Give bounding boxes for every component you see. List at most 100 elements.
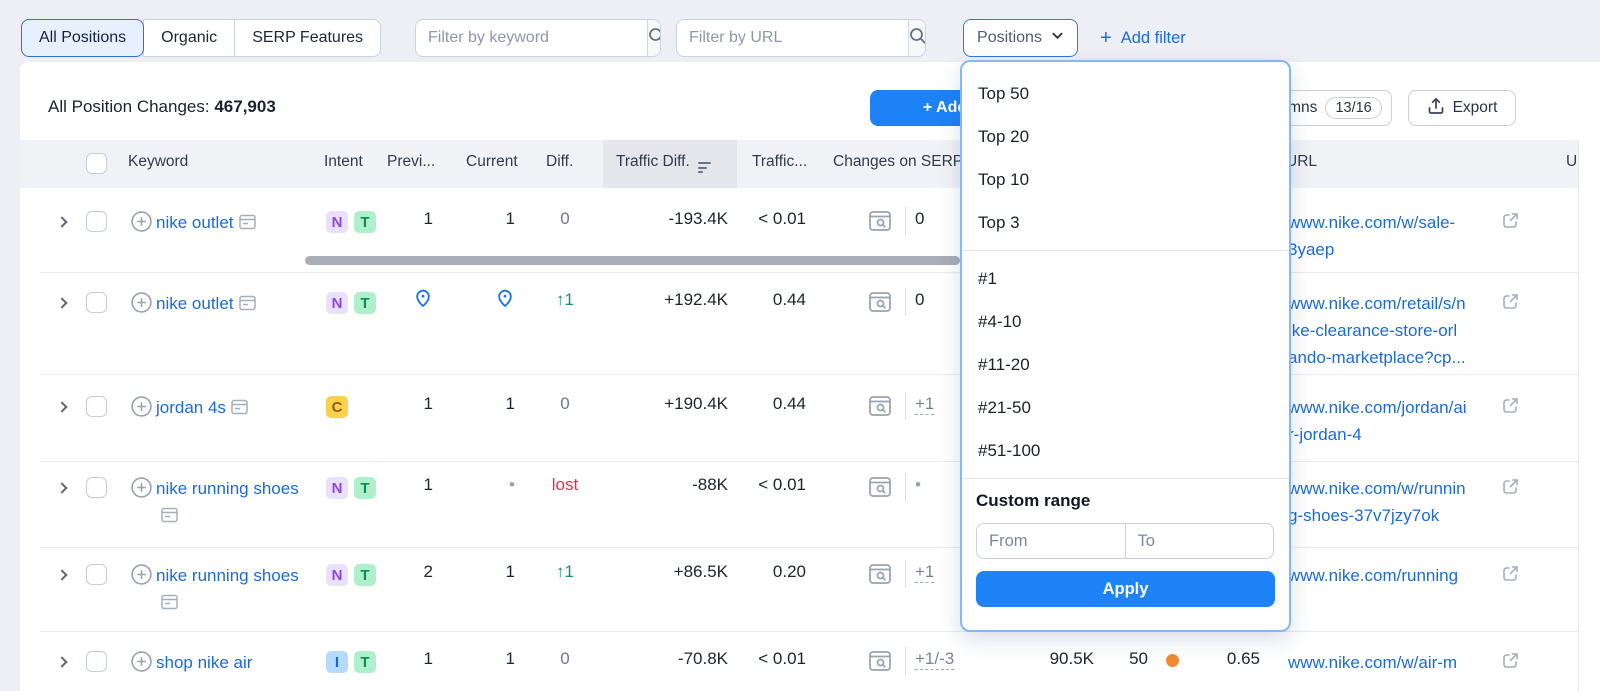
intent-badge-navigational[interactable]: N bbox=[326, 292, 348, 314]
serp-features-icon[interactable] bbox=[231, 400, 248, 419]
serp-changes-link[interactable]: +1 bbox=[915, 562, 934, 583]
add-to-list-icon[interactable] bbox=[131, 396, 152, 422]
apply-button[interactable]: Apply bbox=[976, 571, 1275, 607]
url-filter-input[interactable] bbox=[677, 20, 908, 56]
tab-organic[interactable]: Organic bbox=[143, 19, 235, 57]
positions-option-top20[interactable]: Top 20 bbox=[976, 115, 1275, 158]
intent-badge-informational[interactable]: I bbox=[326, 651, 348, 673]
expand-chevron-icon[interactable] bbox=[57, 482, 71, 496]
tab-serp-features[interactable]: SERP Features bbox=[234, 19, 381, 57]
keyword-link[interactable]: nike running shoes bbox=[156, 562, 308, 618]
expand-chevron-icon[interactable] bbox=[57, 216, 71, 230]
custom-range-to-input[interactable] bbox=[1125, 523, 1275, 559]
keyword-link[interactable]: nike running shoes bbox=[156, 475, 308, 531]
positions-option-11-20[interactable]: #11-20 bbox=[976, 343, 1275, 386]
add-to-list-icon[interactable] bbox=[131, 211, 152, 237]
positions-option-top10[interactable]: Top 10 bbox=[976, 158, 1275, 201]
select-all-checkbox[interactable] bbox=[86, 153, 107, 174]
serp-features-icon[interactable] bbox=[239, 296, 256, 315]
serp-snapshot-icon[interactable] bbox=[868, 395, 892, 422]
serp-snapshot-icon[interactable] bbox=[868, 210, 892, 237]
expand-chevron-icon[interactable] bbox=[57, 656, 71, 670]
row-checkbox[interactable] bbox=[86, 651, 107, 672]
url-link[interactable]: www.nike.com/w/running-shoes-37v7jzy7ok bbox=[1288, 475, 1488, 529]
external-link-icon[interactable] bbox=[1502, 652, 1519, 674]
positions-option-21-50[interactable]: #21-50 bbox=[976, 386, 1275, 429]
url-link[interactable]: www.nike.com/w/sale-3yaep bbox=[1288, 209, 1488, 263]
positions-option-4-10[interactable]: #4-10 bbox=[976, 300, 1275, 343]
intent-badge-transactional[interactable]: T bbox=[354, 211, 376, 233]
location-pin-icon[interactable] bbox=[460, 288, 515, 313]
external-link-icon[interactable] bbox=[1502, 293, 1519, 315]
intent-badge-transactional[interactable]: T bbox=[354, 564, 376, 586]
serp-changes-link[interactable]: +1 bbox=[915, 394, 934, 415]
url-line: www.nike.com/retail/s/n bbox=[1288, 290, 1488, 317]
column-header-traffic[interactable]: Traffic... bbox=[752, 153, 807, 171]
external-link-icon[interactable] bbox=[1502, 397, 1519, 419]
serp-features-icon[interactable] bbox=[161, 595, 178, 614]
serp-snapshot-icon[interactable] bbox=[868, 476, 892, 503]
positions-option-51-100[interactable]: #51-100 bbox=[976, 429, 1275, 472]
positions-option-top50[interactable]: Top 50 bbox=[976, 72, 1275, 115]
add-to-list-icon[interactable] bbox=[131, 477, 152, 503]
expand-chevron-icon[interactable] bbox=[57, 297, 71, 311]
keyword-search-button[interactable] bbox=[647, 20, 661, 56]
intent-badge-navigational[interactable]: N bbox=[326, 564, 348, 586]
url-link[interactable]: www.nike.com/jordan/air-jordan-4 bbox=[1288, 394, 1488, 448]
column-header-diff[interactable]: Diff. bbox=[546, 153, 573, 171]
serp-snapshot-icon[interactable] bbox=[868, 291, 892, 318]
positions-option-top3[interactable]: Top 3 bbox=[976, 201, 1275, 244]
column-header-intent[interactable]: Intent bbox=[324, 153, 363, 171]
intent-badge-transactional[interactable]: T bbox=[354, 477, 376, 499]
serp-features-icon[interactable] bbox=[239, 215, 256, 234]
keyword-link[interactable]: nike outlet bbox=[156, 209, 308, 238]
keyword-link[interactable]: shop nike air bbox=[156, 649, 308, 676]
intent-badge-navigational[interactable]: N bbox=[326, 211, 348, 233]
column-header-serp-changes[interactable]: Changes on SERP bbox=[833, 153, 963, 171]
expand-chevron-icon[interactable] bbox=[57, 569, 71, 583]
tab-all-positions[interactable]: All Positions bbox=[21, 19, 144, 57]
expand-chevron-icon[interactable] bbox=[57, 401, 71, 415]
serp-features-icon[interactable] bbox=[161, 508, 178, 527]
keyword-text: nike outlet bbox=[156, 213, 234, 232]
url-line: g-shoes-37v7jzy7ok bbox=[1288, 502, 1488, 529]
serp-changes-link[interactable]: +1/-3 bbox=[915, 649, 954, 670]
serp-changes-value[interactable]: +1/-3 bbox=[915, 649, 1000, 669]
external-link-icon[interactable] bbox=[1502, 212, 1519, 234]
column-header-keyword[interactable]: Keyword bbox=[128, 153, 188, 171]
keyword-link[interactable]: nike outlet bbox=[156, 290, 308, 319]
external-link-icon[interactable] bbox=[1502, 478, 1519, 500]
row-checkbox[interactable] bbox=[86, 477, 107, 498]
column-header-previous[interactable]: Previ... bbox=[387, 153, 435, 171]
row-checkbox[interactable] bbox=[86, 292, 107, 313]
intent-badge-transactional[interactable]: T bbox=[354, 292, 376, 314]
keyword-filter-input[interactable] bbox=[416, 20, 647, 56]
url-link[interactable]: www.nike.com/retail/s/nike-clearance-sto… bbox=[1288, 290, 1488, 371]
intent-badge-navigational[interactable]: N bbox=[326, 477, 348, 499]
url-link[interactable]: www.nike.com/w/air-m bbox=[1288, 649, 1488, 676]
column-header-traffic-diff[interactable]: Traffic Diff. bbox=[616, 153, 711, 173]
row-checkbox[interactable] bbox=[86, 396, 107, 417]
row-checkbox[interactable] bbox=[86, 211, 107, 232]
intent-badge-transactional[interactable]: T bbox=[354, 651, 376, 673]
url-search-button[interactable] bbox=[908, 20, 926, 56]
add-to-list-icon[interactable] bbox=[131, 292, 152, 318]
location-pin-icon[interactable] bbox=[375, 288, 433, 313]
serp-snapshot-icon[interactable] bbox=[868, 563, 892, 590]
column-header-current[interactable]: Current bbox=[466, 153, 518, 171]
add-to-list-icon[interactable] bbox=[131, 564, 152, 590]
positions-dropdown-button[interactable]: Positions bbox=[963, 19, 1078, 57]
add-filter-button[interactable]: + Add filter bbox=[1100, 28, 1186, 48]
intent-badge-commercial[interactable]: C bbox=[326, 396, 348, 418]
sort-descending-icon bbox=[698, 162, 711, 173]
keyword-link[interactable]: jordan 4s bbox=[156, 394, 308, 423]
add-to-list-icon[interactable] bbox=[131, 651, 152, 677]
custom-range-from-input[interactable] bbox=[976, 523, 1126, 559]
row-checkbox[interactable] bbox=[86, 564, 107, 585]
serp-snapshot-icon[interactable] bbox=[868, 650, 892, 677]
external-link-icon[interactable] bbox=[1502, 565, 1519, 587]
export-button[interactable]: Export bbox=[1408, 90, 1516, 126]
column-header-last[interactable]: U bbox=[1566, 153, 1577, 171]
positions-option-1[interactable]: #1 bbox=[976, 257, 1275, 300]
url-link[interactable]: www.nike.com/running bbox=[1288, 562, 1488, 589]
